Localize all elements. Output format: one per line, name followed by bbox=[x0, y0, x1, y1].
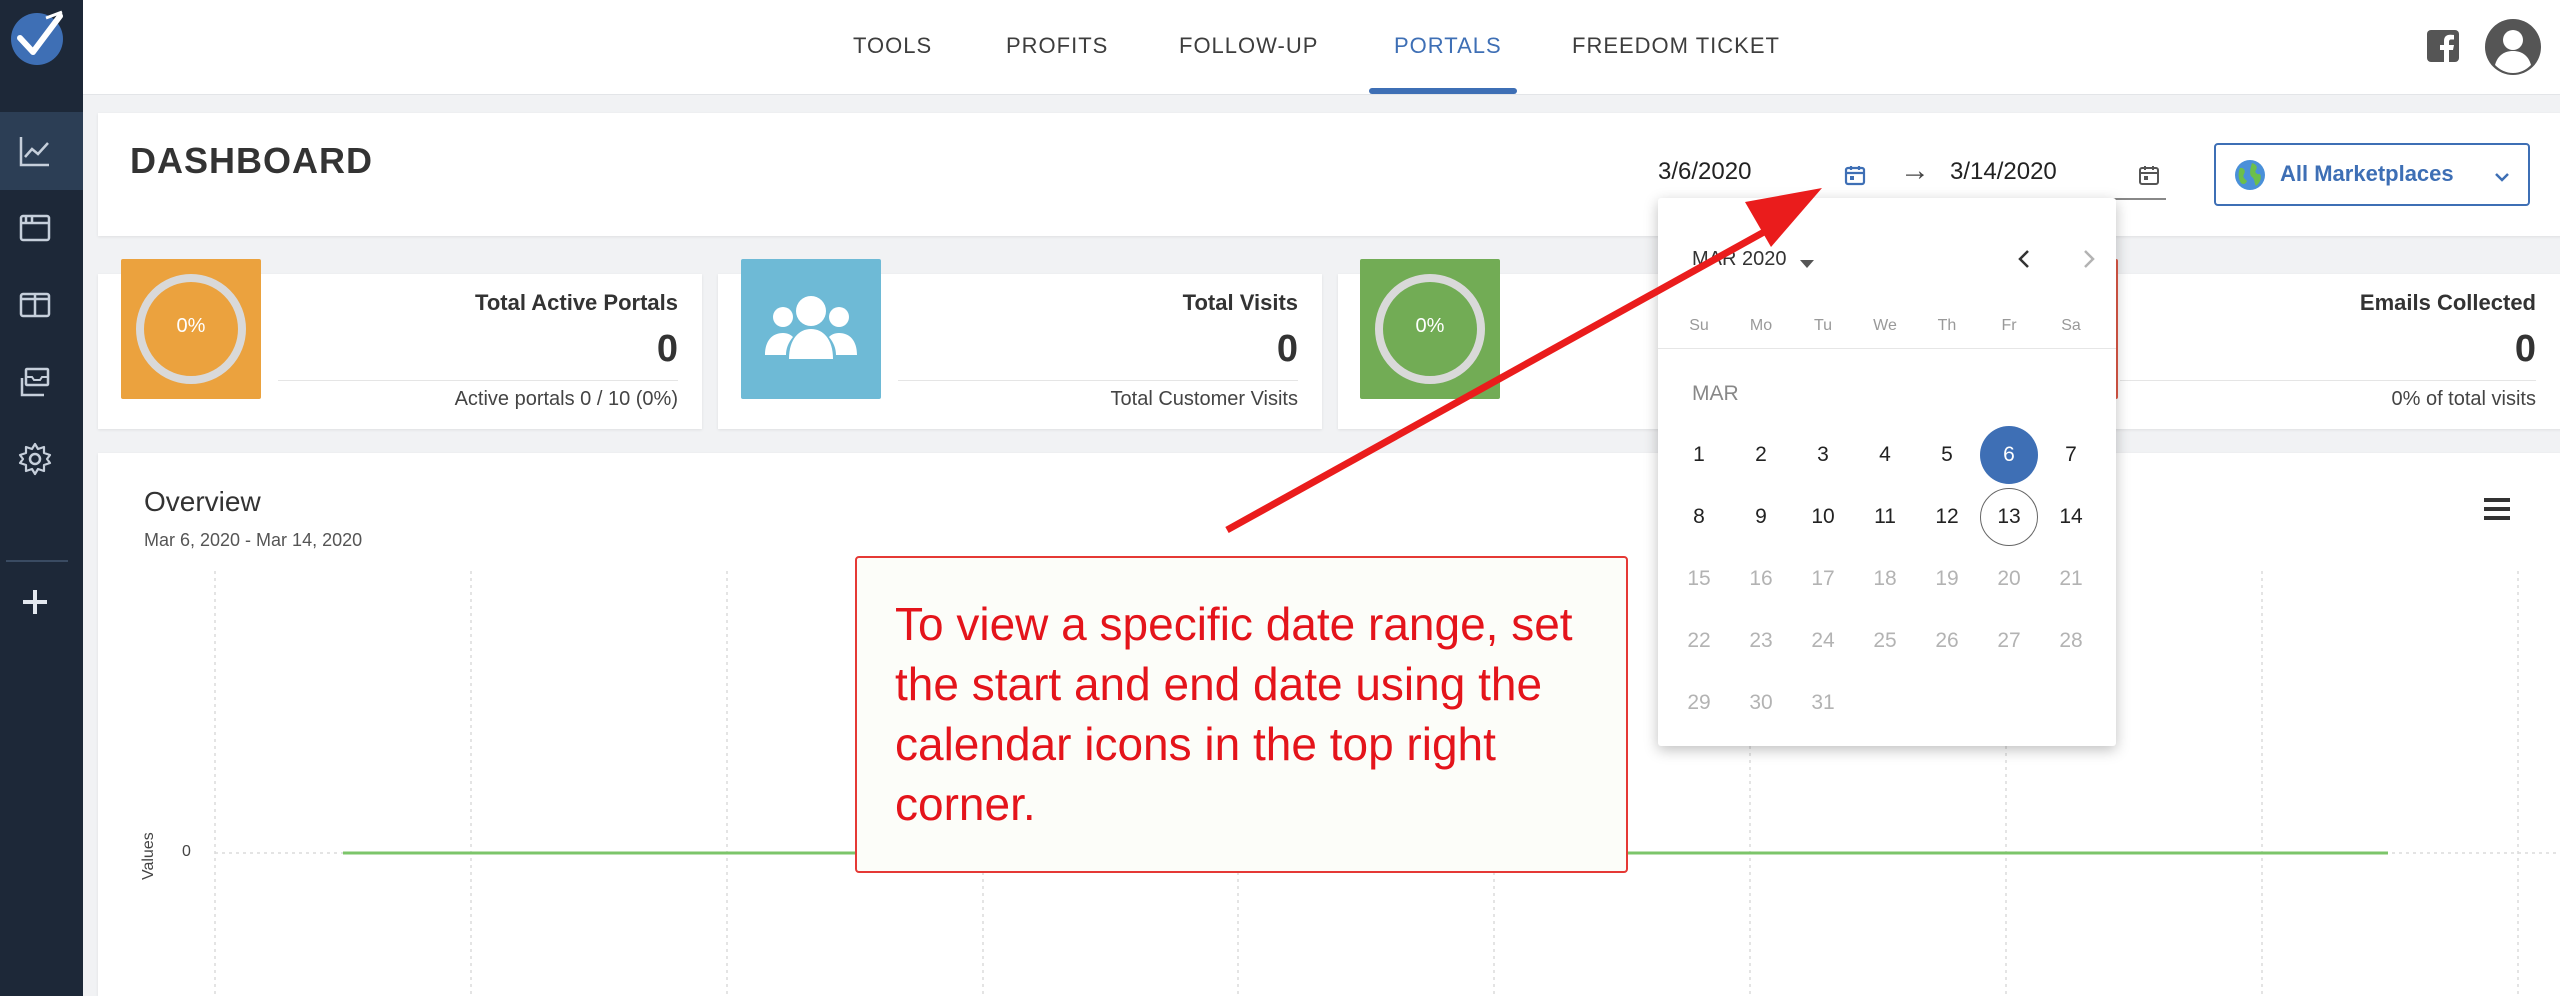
overview-date-range: Mar 6, 2020 - Mar 14, 2020 bbox=[144, 530, 363, 550]
calendar-day: 26 bbox=[1935, 629, 1959, 652]
calendar-day: 20 bbox=[1997, 567, 2021, 590]
stat-tile-total-visits bbox=[741, 259, 881, 399]
start-date-input[interactable]: 3/6/2020 bbox=[1658, 158, 1751, 186]
calendar-day[interactable]: 5 bbox=[1918, 426, 1976, 484]
marketplace-label: All Marketplaces bbox=[2280, 161, 2454, 186]
picker-divider bbox=[1658, 348, 2116, 349]
stat-divider bbox=[278, 380, 678, 381]
page-title: DASHBOARD bbox=[130, 140, 373, 181]
stat-subtitle: Total Customer Visits bbox=[1110, 388, 1298, 410]
start-calendar-icon[interactable] bbox=[1843, 163, 1867, 187]
chevron-left-icon[interactable] bbox=[2012, 246, 2038, 272]
calendar-day[interactable]: 6 bbox=[1980, 426, 2038, 484]
facebook-icon[interactable] bbox=[2426, 29, 2460, 63]
calendar-day[interactable]: 4 bbox=[1856, 426, 1914, 484]
calendar-day[interactable]: 9 bbox=[1732, 488, 1790, 546]
calendar-day: 25 bbox=[1873, 629, 1897, 652]
end-calendar-icon[interactable] bbox=[2137, 163, 2161, 187]
stat-title: Emails Collected bbox=[2359, 290, 2536, 315]
calendar-day[interactable]: 3 bbox=[1794, 426, 1852, 484]
stat-subtitle: Active portals 0 / 10 (0%) bbox=[454, 388, 678, 410]
calendar-day: 22 bbox=[1687, 629, 1711, 652]
calendar-day: 19 bbox=[1935, 567, 1959, 590]
calendar-day: 31 bbox=[1811, 691, 1835, 714]
calendar-day: 15 bbox=[1687, 567, 1711, 590]
calendar-day: 23 bbox=[1749, 629, 1773, 652]
annotation-text: To view a specific date range, set the s… bbox=[895, 598, 1573, 830]
calendar-day[interactable]: 10 bbox=[1794, 488, 1852, 546]
calendar-day[interactable]: 1 bbox=[1670, 426, 1728, 484]
nav-tab-follow-up[interactable]: FOLLOW-UP bbox=[1179, 0, 1318, 95]
stat-title: Total Active Portals bbox=[475, 290, 678, 315]
stat-divider bbox=[898, 380, 1298, 381]
sidebar-divider bbox=[6, 560, 68, 562]
calendar-day: 29 bbox=[1687, 691, 1711, 714]
calendar-day[interactable]: 8 bbox=[1670, 488, 1728, 546]
stat-subtitle: 0% of total visits bbox=[2391, 388, 2536, 410]
stat-tile-percent: 0% bbox=[1415, 315, 1445, 337]
calendar-day: 16 bbox=[1749, 567, 1773, 590]
stat-tile-percent: 0% bbox=[176, 315, 206, 337]
weekday-label: Mo bbox=[1749, 317, 1773, 334]
chevron-down-icon bbox=[2495, 173, 2509, 182]
nav-tab-tools[interactable]: TOOLS bbox=[853, 0, 932, 95]
weekday-label: Th bbox=[1937, 317, 1957, 334]
calendar-day[interactable]: 2 bbox=[1732, 426, 1790, 484]
annotation-callout: To view a specific date range, set the s… bbox=[855, 556, 1628, 873]
marketplace-dropdown[interactable]: All Marketplaces bbox=[2214, 143, 2530, 206]
weekday-label: We bbox=[1873, 317, 1897, 334]
calendar-day[interactable]: 11 bbox=[1856, 488, 1914, 546]
sidebar bbox=[0, 0, 83, 996]
calendar-day: 28 bbox=[2059, 629, 2083, 652]
nav-tab-profits[interactable]: PROFITS bbox=[1006, 0, 1108, 95]
chevron-right-icon[interactable] bbox=[2075, 246, 2101, 272]
users-icon bbox=[765, 296, 857, 359]
stat-title: Total Visits bbox=[1182, 290, 1298, 315]
calendar-day: 24 bbox=[1811, 629, 1835, 652]
logo-icon[interactable] bbox=[6, 8, 68, 70]
weekday-label: Sa bbox=[2061, 317, 2081, 334]
inbox-stack-icon[interactable] bbox=[17, 364, 53, 400]
gear-icon[interactable] bbox=[17, 441, 53, 477]
weekday-label: Tu bbox=[1813, 317, 1833, 334]
stat-tile-active-portals: 0% bbox=[121, 259, 261, 399]
stat-value: 0 bbox=[1276, 328, 1298, 370]
date-range-arrow: → bbox=[1900, 154, 1930, 187]
browser-window-icon[interactable] bbox=[17, 210, 53, 246]
y-axis-tick: 0 bbox=[182, 843, 191, 860]
stat-tile-third: 0% bbox=[1360, 259, 1500, 399]
calendar-day[interactable]: 14 bbox=[2042, 488, 2100, 546]
calendar-day[interactable]: 7 bbox=[2042, 426, 2100, 484]
active-tab-indicator bbox=[1369, 88, 1517, 94]
weekday-label: Su bbox=[1689, 317, 1709, 334]
overview-title: Overview bbox=[144, 486, 261, 517]
picker-month-label: MAR bbox=[1692, 382, 1739, 405]
stat-value: 0 bbox=[2514, 328, 2536, 370]
calendar-day: 17 bbox=[1811, 567, 1835, 590]
chart-menu-icon[interactable] bbox=[2482, 496, 2512, 522]
globe-icon bbox=[2235, 160, 2265, 190]
calendar-day[interactable]: 13 bbox=[1980, 488, 2038, 546]
dashboard-header-card bbox=[98, 113, 2560, 236]
calendar-day: 27 bbox=[1997, 629, 2021, 652]
end-date-input[interactable]: 3/14/2020 bbox=[1950, 158, 2057, 186]
caret-down-icon[interactable] bbox=[1800, 260, 1814, 268]
y-axis-label: Values bbox=[140, 832, 157, 880]
user-avatar-icon[interactable] bbox=[2484, 18, 2542, 76]
calendar-day: 30 bbox=[1749, 691, 1773, 714]
picker-month-year[interactable]: MAR 2020 bbox=[1692, 248, 1787, 271]
plus-icon[interactable] bbox=[17, 584, 53, 620]
calendar-day: 21 bbox=[2059, 567, 2083, 590]
nav-tab-portals[interactable]: PORTALS bbox=[1394, 0, 1502, 95]
calendar-day: 18 bbox=[1873, 567, 1897, 590]
weekday-label: Fr bbox=[2001, 317, 2017, 334]
book-open-icon[interactable] bbox=[17, 287, 53, 323]
calendar-day[interactable]: 12 bbox=[1918, 488, 1976, 546]
chart-line-icon[interactable] bbox=[17, 133, 53, 169]
date-picker-popup: MAR 2020 Su Mo Tu We Th Fr Sa MAR 123456… bbox=[1658, 198, 2116, 746]
top-navigation-bar bbox=[83, 0, 2560, 95]
nav-tab-freedom-ticket[interactable]: FREEDOM TICKET bbox=[1572, 0, 1780, 95]
stat-divider bbox=[2120, 380, 2536, 381]
stat-value: 0 bbox=[656, 328, 678, 370]
